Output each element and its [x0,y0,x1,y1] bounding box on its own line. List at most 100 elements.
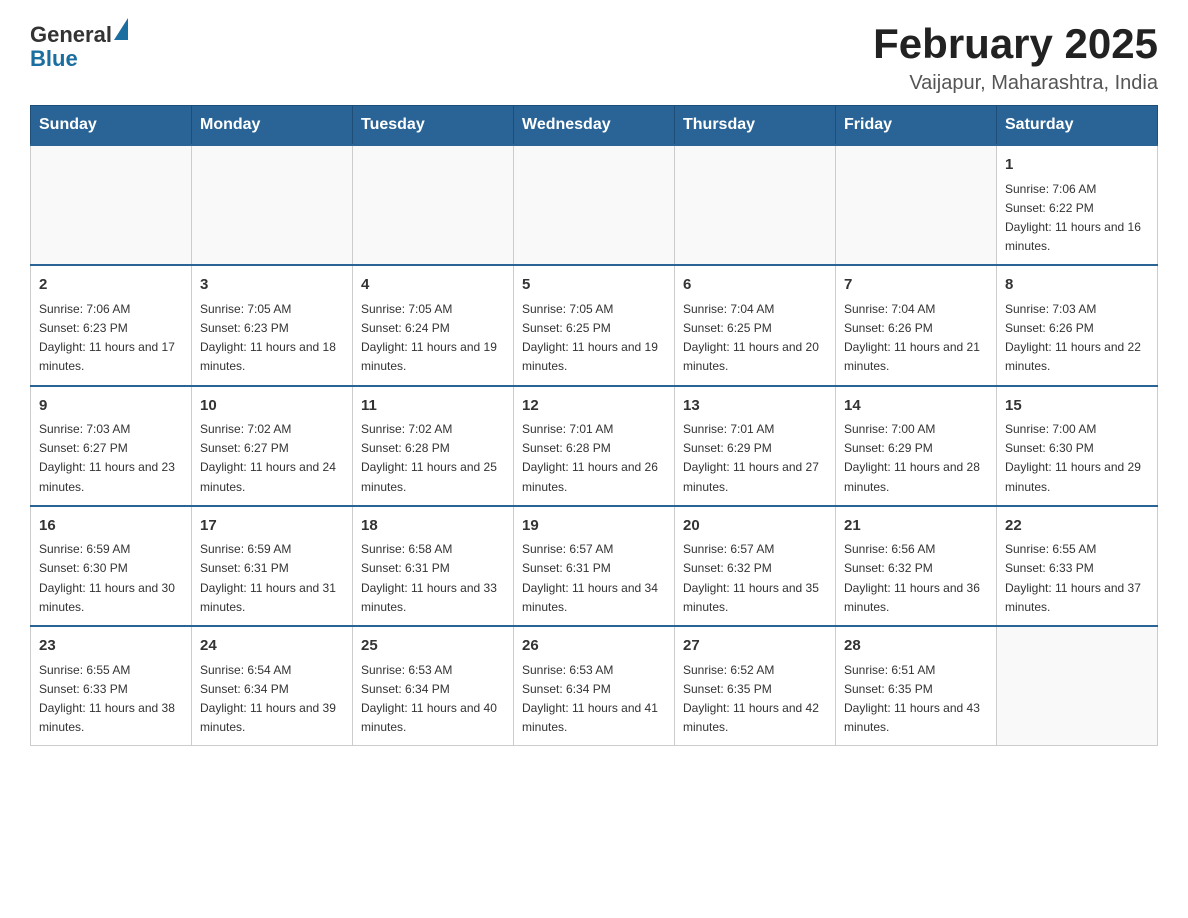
calendar-day-cell: 12Sunrise: 7:01 AM Sunset: 6:28 PM Dayli… [514,386,675,506]
calendar-day-cell: 27 Sunrise: 6:52 AM Sunset: 6:35 PM Dayli… [675,626,836,746]
weekday-header-tuesday: Tuesday [353,106,514,146]
title-block: February 2025 Vaijapur, Maharashtra, Ind… [873,20,1158,95]
calendar-body: 1 Sunrise: 7:06 AM Sunset: 6:22 PM Daylig… [31,145,1158,746]
weekday-header-wednesday: Wednesday [514,106,675,146]
day-info: Sunrise: 7:06 AM Sunset: 6:22 PM Dayligh… [1005,180,1149,257]
day-info: Sunrise: 6:55 AM Sunset: 6:33 PM Dayligh… [1005,540,1149,617]
calendar-table: SundayMondayTuesdayWednesdayThursdayFrid… [30,105,1158,746]
day-info: Sunrise: 6:59 AM Sunset: 6:31 PM Dayligh… [200,540,344,617]
day-info: Sunrise: 7:03 AM Sunset: 6:26 PM Dayligh… [1005,300,1149,377]
calendar-title: February 2025 [873,20,1158,68]
day-number: 3 [200,274,344,297]
day-info: Sunrise: 7:05 AM Sunset: 6:25 PM Dayligh… [522,300,666,377]
day-info: Sunrise: 7:02 AM Sunset: 6:28 PM Dayligh… [361,420,505,497]
calendar-week-row: 2Sunrise: 7:06 AM Sunset: 6:23 PM Daylig… [31,265,1158,385]
day-info: Sunrise: 7:02 AM Sunset: 6:27 PM Dayligh… [200,420,344,497]
logo-triangle-icon [114,18,128,40]
day-info: Sunrise: 7:00 AM Sunset: 6:29 PM Dayligh… [844,420,988,497]
day-number: 4 [361,274,505,297]
page-header: General Blue February 2025 Vaijapur, Mah… [30,20,1158,95]
calendar-day-cell: 24 Sunrise: 6:54 AM Sunset: 6:34 PM Dayli… [192,626,353,746]
day-info: Sunrise: 6:53 AM Sunset: 6:34 PM Dayligh… [361,661,505,738]
day-info: Sunrise: 6:59 AM Sunset: 6:30 PM Dayligh… [39,540,183,617]
calendar-day-cell [997,626,1158,746]
weekday-header-friday: Friday [836,106,997,146]
calendar-day-cell [836,145,997,265]
day-info: Sunrise: 7:01 AM Sunset: 6:29 PM Dayligh… [683,420,827,497]
calendar-day-cell: 3 Sunrise: 7:05 AM Sunset: 6:23 PM Daylig… [192,265,353,385]
day-info: Sunrise: 7:05 AM Sunset: 6:24 PM Dayligh… [361,300,505,377]
calendar-day-cell: 6 Sunrise: 7:04 AM Sunset: 6:25 PM Daylig… [675,265,836,385]
calendar-day-cell: 13Sunrise: 7:01 AM Sunset: 6:29 PM Dayli… [675,386,836,506]
day-number: 22 [1005,515,1149,538]
day-info: Sunrise: 7:00 AM Sunset: 6:30 PM Dayligh… [1005,420,1149,497]
calendar-day-cell: 10Sunrise: 7:02 AM Sunset: 6:27 PM Dayli… [192,386,353,506]
calendar-day-cell: 22Sunrise: 6:55 AM Sunset: 6:33 PM Dayli… [997,506,1158,626]
weekday-header-monday: Monday [192,106,353,146]
day-info: Sunrise: 7:05 AM Sunset: 6:23 PM Dayligh… [200,300,344,377]
calendar-day-cell: 8Sunrise: 7:03 AM Sunset: 6:26 PM Daylig… [997,265,1158,385]
day-number: 23 [39,635,183,658]
day-number: 26 [522,635,666,658]
day-info: Sunrise: 6:55 AM Sunset: 6:33 PM Dayligh… [39,661,183,738]
calendar-day-cell [192,145,353,265]
calendar-day-cell: 14Sunrise: 7:00 AM Sunset: 6:29 PM Dayli… [836,386,997,506]
calendar-day-cell: 2Sunrise: 7:06 AM Sunset: 6:23 PM Daylig… [31,265,192,385]
calendar-day-cell: 15Sunrise: 7:00 AM Sunset: 6:30 PM Dayli… [997,386,1158,506]
day-number: 18 [361,515,505,538]
day-number: 20 [683,515,827,538]
calendar-day-cell [353,145,514,265]
calendar-day-cell: 28 Sunrise: 6:51 AM Sunset: 6:35 PM Dayli… [836,626,997,746]
day-info: Sunrise: 6:54 AM Sunset: 6:34 PM Dayligh… [200,661,344,738]
day-number: 19 [522,515,666,538]
day-info: Sunrise: 6:52 AM Sunset: 6:35 PM Dayligh… [683,661,827,738]
day-number: 10 [200,395,344,418]
weekday-header-row: SundayMondayTuesdayWednesdayThursdayFrid… [31,106,1158,146]
calendar-day-cell [31,145,192,265]
day-info: Sunrise: 7:04 AM Sunset: 6:26 PM Dayligh… [844,300,988,377]
calendar-day-cell: 16Sunrise: 6:59 AM Sunset: 6:30 PM Dayli… [31,506,192,626]
day-number: 25 [361,635,505,658]
calendar-day-cell: 19Sunrise: 6:57 AM Sunset: 6:31 PM Dayli… [514,506,675,626]
calendar-day-cell: 7 Sunrise: 7:04 AM Sunset: 6:26 PM Daylig… [836,265,997,385]
day-info: Sunrise: 7:04 AM Sunset: 6:25 PM Dayligh… [683,300,827,377]
calendar-week-row: 16Sunrise: 6:59 AM Sunset: 6:30 PM Dayli… [31,506,1158,626]
day-number: 13 [683,395,827,418]
day-number: 21 [844,515,988,538]
calendar-day-cell: 1 Sunrise: 7:06 AM Sunset: 6:22 PM Daylig… [997,145,1158,265]
calendar-header: SundayMondayTuesdayWednesdayThursdayFrid… [31,106,1158,146]
calendar-day-cell: 5 Sunrise: 7:05 AM Sunset: 6:25 PM Daylig… [514,265,675,385]
calendar-day-cell: 21Sunrise: 6:56 AM Sunset: 6:32 PM Dayli… [836,506,997,626]
day-number: 2 [39,274,183,297]
calendar-day-cell: 11Sunrise: 7:02 AM Sunset: 6:28 PM Dayli… [353,386,514,506]
day-number: 28 [844,635,988,658]
day-info: Sunrise: 6:51 AM Sunset: 6:35 PM Dayligh… [844,661,988,738]
day-number: 1 [1005,154,1149,177]
logo: General Blue [30,20,128,72]
calendar-day-cell: 18Sunrise: 6:58 AM Sunset: 6:31 PM Dayli… [353,506,514,626]
day-number: 17 [200,515,344,538]
logo-blue-text: Blue [30,46,128,72]
calendar-day-cell: 17Sunrise: 6:59 AM Sunset: 6:31 PM Dayli… [192,506,353,626]
calendar-day-cell [514,145,675,265]
calendar-day-cell: 23 Sunrise: 6:55 AM Sunset: 6:33 PM Dayli… [31,626,192,746]
day-info: Sunrise: 7:01 AM Sunset: 6:28 PM Dayligh… [522,420,666,497]
day-info: Sunrise: 6:57 AM Sunset: 6:31 PM Dayligh… [522,540,666,617]
day-number: 27 [683,635,827,658]
day-number: 6 [683,274,827,297]
calendar-day-cell: 20Sunrise: 6:57 AM Sunset: 6:32 PM Dayli… [675,506,836,626]
day-info: Sunrise: 6:57 AM Sunset: 6:32 PM Dayligh… [683,540,827,617]
calendar-week-row: 23 Sunrise: 6:55 AM Sunset: 6:33 PM Dayli… [31,626,1158,746]
calendar-day-cell: 9Sunrise: 7:03 AM Sunset: 6:27 PM Daylig… [31,386,192,506]
day-number: 12 [522,395,666,418]
day-info: Sunrise: 6:58 AM Sunset: 6:31 PM Dayligh… [361,540,505,617]
day-number: 24 [200,635,344,658]
calendar-week-row: 1 Sunrise: 7:06 AM Sunset: 6:22 PM Daylig… [31,145,1158,265]
day-info: Sunrise: 6:56 AM Sunset: 6:32 PM Dayligh… [844,540,988,617]
weekday-header-thursday: Thursday [675,106,836,146]
day-number: 5 [522,274,666,297]
calendar-week-row: 9Sunrise: 7:03 AM Sunset: 6:27 PM Daylig… [31,386,1158,506]
day-number: 11 [361,395,505,418]
day-number: 9 [39,395,183,418]
day-number: 7 [844,274,988,297]
